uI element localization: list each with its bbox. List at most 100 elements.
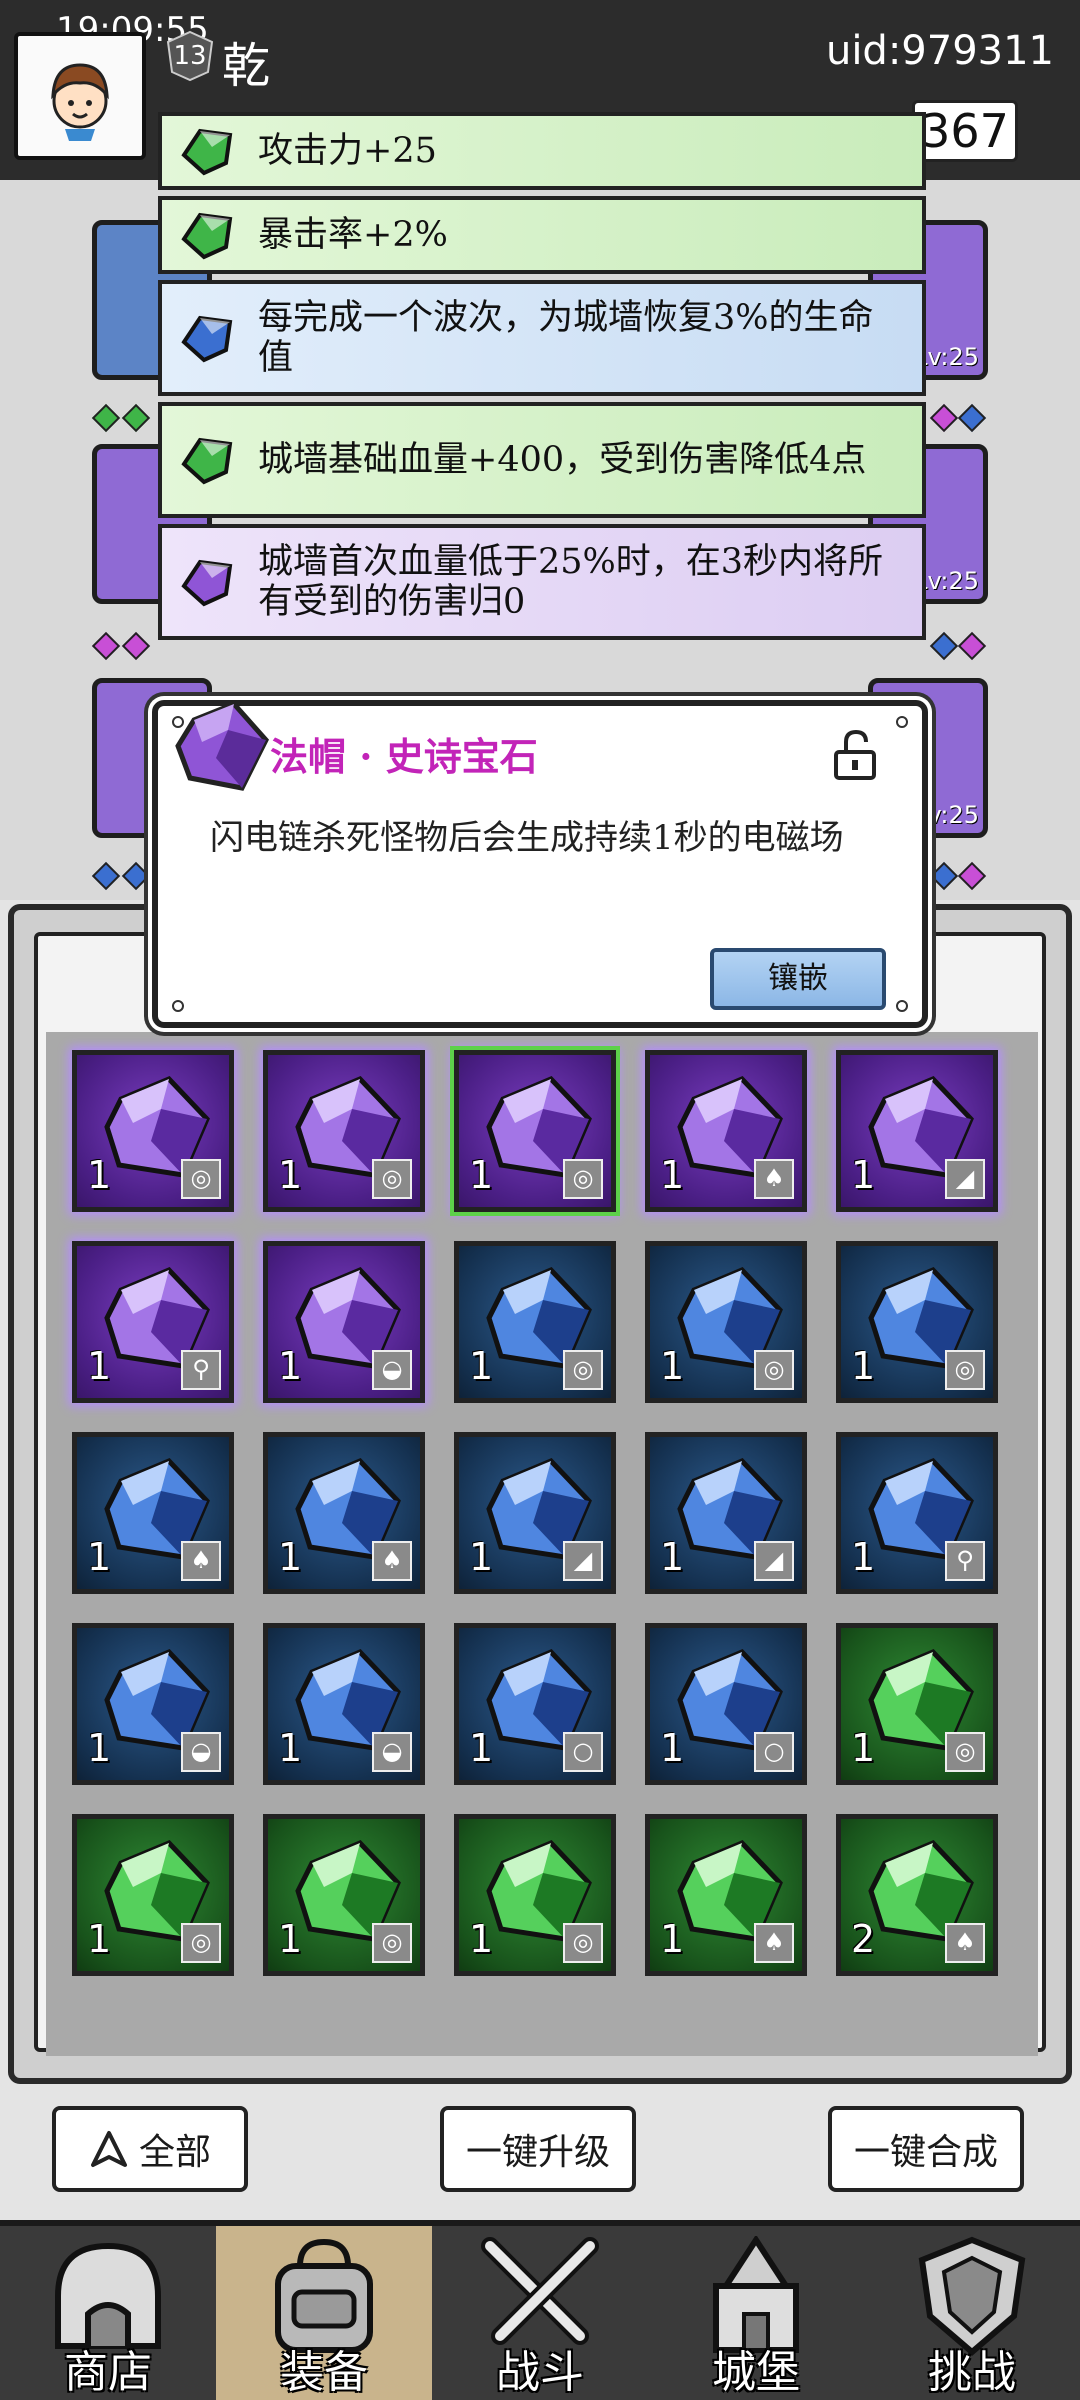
- gem-slot[interactable]: 1 ◎: [454, 1241, 616, 1403]
- gem-attribute-list: 攻击力+25 暴击率+2% 每完成一个波次，为城墙恢复3%的生命值 城墙基础血量+40…: [158, 112, 926, 646]
- necklace-slot-icon: ○: [563, 1732, 603, 1772]
- gem-slot[interactable]: 1 ○: [454, 1623, 616, 1785]
- ring-slot-icon: ◎: [945, 1350, 985, 1390]
- attribute-row: 城墙首次血量低于25%时，在3秒内将所有受到的伤害归0: [158, 524, 926, 640]
- gem-slot[interactable]: 1 ◎: [836, 1241, 998, 1403]
- gem-chip-icon: [181, 559, 233, 607]
- ring-slot-icon: ◎: [181, 1923, 221, 1963]
- unlock-icon[interactable]: [828, 728, 882, 782]
- gem-count: 1: [660, 1917, 685, 1961]
- gem-count: 2: [851, 1917, 876, 1961]
- gem-slot[interactable]: 1 ◒: [263, 1241, 425, 1403]
- gem-count: 1: [469, 1726, 494, 1770]
- player-avatar[interactable]: [14, 32, 146, 160]
- gem-slot[interactable]: 1 ◎: [836, 1623, 998, 1785]
- level-badge: 13: [164, 30, 216, 82]
- hat-slot-icon: ◒: [372, 1732, 412, 1772]
- gem-socket-indicator: [929, 631, 959, 661]
- filter-all-button[interactable]: 全部: [52, 2106, 248, 2192]
- gem-socket-indicator: [91, 403, 121, 433]
- player-name: 乾: [222, 38, 271, 94]
- popup-corner-decoration: [172, 716, 184, 728]
- gem-slot[interactable]: 1 ♠: [645, 1814, 807, 1976]
- nav-tab-shop[interactable]: 商店: [0, 2226, 216, 2400]
- gem-socket-indicator: [121, 631, 151, 661]
- gem-count: 1: [660, 1344, 685, 1388]
- gem-slot[interactable]: 1 ◢: [836, 1050, 998, 1212]
- gem-chip-icon: [181, 128, 233, 176]
- armor-slot-icon: ♠: [754, 1159, 794, 1199]
- gem-count: 1: [87, 1153, 112, 1197]
- gem-slot[interactable]: 1 ⚲: [836, 1432, 998, 1594]
- gem-count: 1: [87, 1344, 112, 1388]
- gem-count: 1: [278, 1535, 303, 1579]
- wand-slot-icon: ⚲: [181, 1350, 221, 1390]
- gem-socket-indicator: [91, 861, 121, 891]
- nav-label-equipment: 装备: [280, 2347, 368, 2398]
- nav-tab-battle[interactable]: 战斗: [432, 2226, 648, 2400]
- gem-detail-popup: 法帽 · 史诗宝石 闪电链杀死怪物后会生成持续1秒的电磁场 镶嵌: [152, 700, 928, 1028]
- nav-tab-challenge[interactable]: 挑战: [864, 2226, 1080, 2400]
- gem-slot[interactable]: 1 ♠: [72, 1432, 234, 1594]
- gem-slot[interactable]: 1 ◎: [645, 1241, 807, 1403]
- armor-slot-icon: ♠: [754, 1923, 794, 1963]
- gem-grid: 1 ◎ 1 ◎ 1 ◎ 1 ♠ 1 ◢ 1 ⚲ 1 ◒ 1 ◎ 1 ◎ 1 ◎ 1 ♠ 1 ♠ 1 ◢ 1 ◢ 1 ⚲ 1 ◒ 1 ◒ 1 ○ 1 ○ 1 ◎…: [46, 1032, 1038, 2056]
- nav-label-shop: 商店: [64, 2347, 152, 2398]
- gem-socket-indicator: [121, 861, 151, 891]
- gem-slot[interactable]: 1 ◎: [263, 1814, 425, 1976]
- gem-count: 1: [469, 1535, 494, 1579]
- popup-corner-decoration: [896, 1000, 908, 1012]
- gem-slot[interactable]: 1 ♠: [645, 1050, 807, 1212]
- gem-count: 1: [87, 1917, 112, 1961]
- inlay-button[interactable]: 镶嵌: [710, 948, 886, 1010]
- attribute-text: 城墙首次血量低于25%时，在3秒内将所有受到的伤害归0: [258, 541, 884, 622]
- gem-slot[interactable]: 1 ○: [645, 1623, 807, 1785]
- upgrade-all-button[interactable]: 一键升级: [440, 2106, 636, 2192]
- attribute-row: 暴击率+2%: [158, 196, 926, 274]
- popup-description: 闪电链杀死怪物后会生成持续1秒的电磁场: [210, 818, 844, 858]
- merge-all-button[interactable]: 一键合成: [828, 2106, 1024, 2192]
- ring-slot-icon: ◎: [181, 1159, 221, 1199]
- gem-slot[interactable]: 1 ◢: [645, 1432, 807, 1594]
- gem-socket-indicator: [929, 403, 959, 433]
- gem-chip-icon: [181, 437, 233, 485]
- ring-slot-icon: ◎: [372, 1923, 412, 1963]
- gem-slot[interactable]: 1 ◎: [72, 1050, 234, 1212]
- gem-count: 1: [660, 1153, 685, 1197]
- armor-slot-icon: ♠: [181, 1541, 221, 1581]
- gem-count: 1: [87, 1535, 112, 1579]
- attribute-row: 城墙基础血量+400，受到伤害降低4点: [158, 402, 926, 518]
- currency-counter: 367: [912, 100, 1018, 162]
- gem-slot[interactable]: 1 ◎: [450, 1046, 620, 1216]
- armor-slot-icon: ♠: [945, 1923, 985, 1963]
- gem-slot[interactable]: 1 ◢: [454, 1432, 616, 1594]
- user-id: uid:979311: [825, 28, 1054, 74]
- nav-tab-castle[interactable]: 城堡: [648, 2226, 864, 2400]
- nav-label-castle: 城堡: [712, 2347, 800, 2398]
- gem-count: 1: [660, 1535, 685, 1579]
- popup-corner-decoration: [896, 716, 908, 728]
- gem-slot[interactable]: 1 ◒: [72, 1623, 234, 1785]
- gem-count: 1: [851, 1344, 876, 1388]
- popup-corner-decoration: [172, 1000, 184, 1012]
- gem-slot[interactable]: 1 ◎: [72, 1814, 234, 1976]
- bottom-navigation: 商店 装备 战斗 城堡 挑战: [0, 2220, 1080, 2400]
- gem-count: 1: [660, 1726, 685, 1770]
- gem-count: 1: [278, 1726, 303, 1770]
- attribute-text: 每完成一个波次，为城墙恢复3%的生命值: [258, 297, 874, 378]
- gem-slot[interactable]: 2 ♠: [836, 1814, 998, 1976]
- nav-tab-equipment[interactable]: 装备: [216, 2226, 432, 2400]
- gem-socket-indicator: [957, 631, 987, 661]
- gem-slot[interactable]: 1 ◎: [454, 1814, 616, 1976]
- gem-count: 1: [851, 1153, 876, 1197]
- avatar-face-icon: [51, 63, 109, 141]
- nav-label-battle: 战斗: [496, 2347, 584, 2398]
- boots-slot-icon: ◢: [754, 1541, 794, 1581]
- boots-slot-icon: ◢: [563, 1541, 603, 1581]
- attribute-row: 每完成一个波次，为城墙恢复3%的生命值: [158, 280, 926, 396]
- filter-all-label: 全部: [138, 2132, 211, 2173]
- gem-slot[interactable]: 1 ⚲: [72, 1241, 234, 1403]
- gem-slot[interactable]: 1 ◎: [263, 1050, 425, 1212]
- gem-slot[interactable]: 1 ◒: [263, 1623, 425, 1785]
- gem-slot[interactable]: 1 ♠: [263, 1432, 425, 1594]
